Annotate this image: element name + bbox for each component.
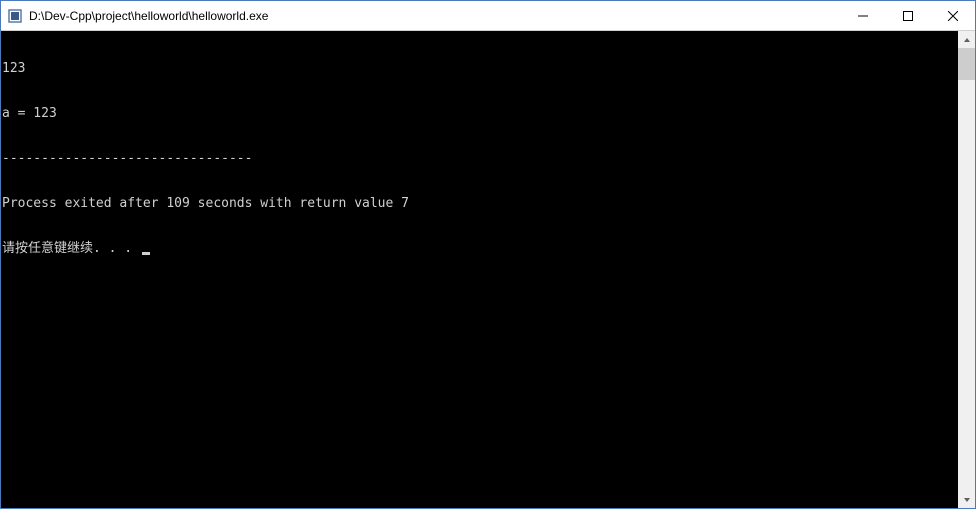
vertical-scrollbar[interactable] bbox=[958, 31, 975, 508]
scroll-track[interactable] bbox=[958, 48, 975, 491]
scroll-down-button[interactable] bbox=[958, 491, 975, 508]
console-window: D:\Dev-Cpp\project\helloworld\helloworld… bbox=[0, 0, 976, 509]
content-area: 123 a = 123 ----------------------------… bbox=[1, 31, 975, 508]
continue-prompt: 请按任意键继续. . . bbox=[2, 241, 958, 256]
output-line: 123 bbox=[2, 61, 958, 76]
window-controls bbox=[840, 1, 975, 30]
window-title: D:\Dev-Cpp\project\helloworld\helloworld… bbox=[29, 9, 840, 23]
close-button[interactable] bbox=[930, 1, 975, 30]
titlebar[interactable]: D:\Dev-Cpp\project\helloworld\helloworld… bbox=[1, 1, 975, 31]
scroll-up-button[interactable] bbox=[958, 31, 975, 48]
scroll-thumb[interactable] bbox=[958, 48, 975, 80]
console-output[interactable]: 123 a = 123 ----------------------------… bbox=[1, 31, 958, 508]
minimize-button[interactable] bbox=[840, 1, 885, 30]
exit-message: Process exited after 109 seconds with re… bbox=[2, 196, 958, 211]
cursor-icon bbox=[142, 252, 150, 255]
output-line: a = 123 bbox=[2, 106, 958, 121]
output-divider: -------------------------------- bbox=[2, 151, 958, 166]
app-icon bbox=[7, 8, 23, 24]
maximize-button[interactable] bbox=[885, 1, 930, 30]
